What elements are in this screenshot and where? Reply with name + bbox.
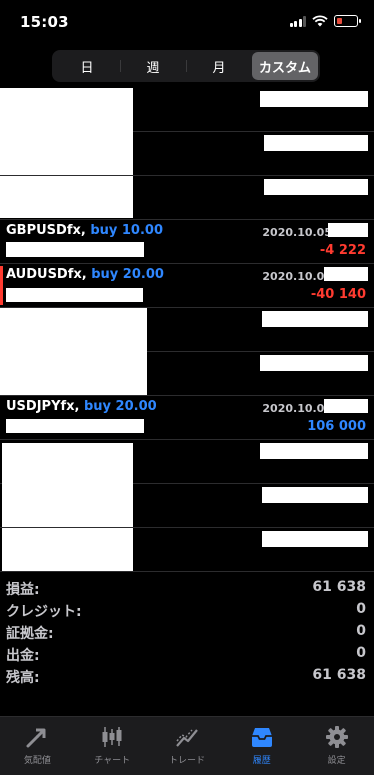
status-time: 15:03 xyxy=(20,13,69,31)
redacted-row[interactable] xyxy=(0,352,374,396)
redaction-block xyxy=(6,288,143,302)
segment-custom[interactable]: カスタム xyxy=(252,52,318,80)
redaction-block xyxy=(260,443,368,459)
redacted-row[interactable] xyxy=(0,440,374,571)
chart-icon xyxy=(102,727,122,747)
summary-label: 残高: xyxy=(6,670,40,686)
segment-month[interactable]: 月 xyxy=(186,52,252,80)
history-list: GBPUSDfx, buy 10.00 2020.10.05 -4 222 AU… xyxy=(0,88,374,572)
trade-row[interactable]: AUDUSDfx, buy 20.00 2020.10.05 -40 140 xyxy=(0,264,374,308)
redaction-block xyxy=(260,91,368,107)
summary-margin: 証拠金: 0 xyxy=(0,620,374,642)
wifi-icon xyxy=(312,15,328,27)
redacted-row[interactable] xyxy=(0,484,374,528)
trade-symbol: AUDUSDfx, buy 20.00 xyxy=(6,267,164,282)
redaction-block xyxy=(262,487,368,503)
segment-week[interactable]: 週 xyxy=(120,52,186,80)
trade-profit: -4 222 xyxy=(319,243,366,258)
trade-profit: 106 000 xyxy=(307,419,366,434)
redaction-block xyxy=(6,419,144,433)
redaction-block xyxy=(260,355,368,371)
gear-icon xyxy=(325,726,348,748)
tab-label: トレード xyxy=(168,756,205,766)
summary-label: クレジット: xyxy=(6,604,82,620)
summary-label: 証拠金: xyxy=(6,626,54,642)
tab-label: 設定 xyxy=(327,756,346,766)
tab-chart[interactable]: チャート xyxy=(75,717,150,775)
redaction-block xyxy=(328,223,368,237)
tab-trade[interactable]: トレード xyxy=(150,717,225,775)
tab-label: チャート xyxy=(94,756,131,766)
summary-label: 出金: xyxy=(6,648,40,664)
redaction-block xyxy=(264,179,368,195)
tab-settings[interactable]: 設定 xyxy=(299,717,374,775)
quotes-icon xyxy=(26,728,46,748)
trade-icon xyxy=(176,729,198,747)
status-bar: 15:03 xyxy=(0,0,374,44)
signal-icon xyxy=(289,15,306,27)
status-icons xyxy=(289,15,361,27)
redacted-row[interactable] xyxy=(0,132,374,176)
account-summary: 損益: 61 638 クレジット: 0 証拠金: 0 出金: 0 残高: 61 … xyxy=(0,576,374,686)
trade-row[interactable]: GBPUSDfx, buy 10.00 2020.10.05 -4 222 xyxy=(0,220,374,264)
summary-value: 61 638 xyxy=(312,579,366,595)
trade-date: 2020.10.05 xyxy=(262,270,332,283)
redacted-row[interactable] xyxy=(0,528,374,572)
tab-quotes[interactable]: 気配値 xyxy=(0,717,75,775)
selection-marker xyxy=(0,266,3,305)
segment-day[interactable]: 日 xyxy=(54,52,120,80)
summary-value: 0 xyxy=(356,601,366,617)
trade-date: 2020.10.05 xyxy=(262,226,332,239)
tab-history[interactable]: 履歴 xyxy=(224,717,299,775)
summary-profit: 損益: 61 638 xyxy=(0,576,374,598)
summary-value: 61 638 xyxy=(312,667,366,683)
trade-profit: -40 140 xyxy=(310,287,366,302)
redaction-block xyxy=(264,135,368,151)
period-segmented-control: 日 週 月 カスタム xyxy=(52,50,320,82)
trade-symbol: USDJPYfx, buy 20.00 xyxy=(6,399,157,414)
redaction-block xyxy=(324,267,368,281)
summary-label: 損益: xyxy=(6,582,40,598)
trade-date: 2020.10.05 xyxy=(262,402,332,415)
summary-value: 0 xyxy=(356,645,366,661)
tab-bar: 気配値 チャート トレード 履歴 設定 xyxy=(0,716,374,775)
trade-symbol: GBPUSDfx, buy 10.00 xyxy=(6,223,164,238)
summary-balance: 残高: 61 638 xyxy=(0,664,374,686)
tab-label: 履歴 xyxy=(252,756,271,766)
summary-credit: クレジット: 0 xyxy=(0,598,374,620)
redacted-row[interactable] xyxy=(0,308,374,396)
redaction-block xyxy=(262,311,368,327)
history-icon xyxy=(251,728,272,747)
summary-value: 0 xyxy=(356,623,366,639)
tab-label: 気配値 xyxy=(23,756,51,766)
redacted-row[interactable] xyxy=(0,88,374,218)
trade-row[interactable]: USDJPYfx, buy 20.00 2020.10.05 106 000 xyxy=(0,396,374,440)
summary-withdrawal: 出金: 0 xyxy=(0,642,374,664)
redacted-row[interactable] xyxy=(0,176,374,220)
redaction-block xyxy=(6,242,144,257)
redaction-block xyxy=(262,531,368,547)
battery-icon xyxy=(334,15,361,27)
redaction-block xyxy=(324,399,368,413)
